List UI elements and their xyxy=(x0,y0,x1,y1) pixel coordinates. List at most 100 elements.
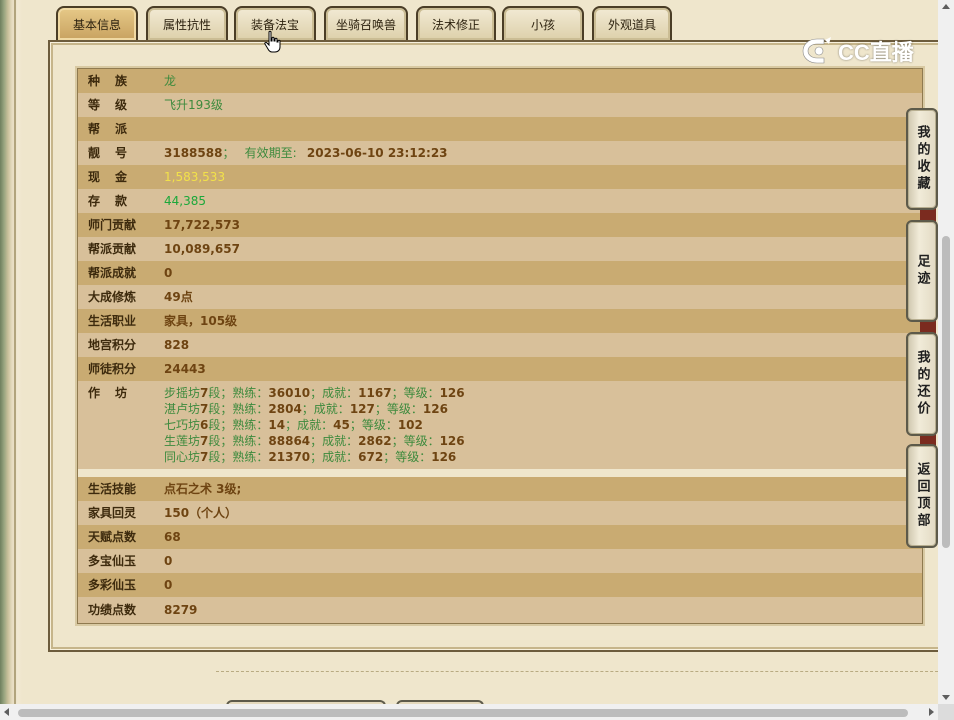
furniture-spirit-label: 家具回灵 xyxy=(88,506,137,520)
workshop-skill: 14 xyxy=(268,418,286,432)
merit-points-label: 功绩点数 xyxy=(88,603,137,617)
row-cultivation: 大成修炼 49点 xyxy=(78,285,922,309)
tab-mount-summon[interactable]: 坐骑召唤兽 xyxy=(324,6,408,40)
row-mentor-points: 师徒积分 24443 xyxy=(78,357,922,381)
life-job-value: 家具，105级 xyxy=(164,314,238,328)
workshop-name: 湛卢坊 xyxy=(164,402,201,416)
workshop-lvl-label: ；等级： xyxy=(383,450,432,464)
duocai-jade-label: 多彩仙玉 xyxy=(88,578,137,592)
expiry-label: 有效期至: xyxy=(244,146,297,160)
horizontal-scrollbar[interactable] xyxy=(0,704,938,720)
scrollbar-corner xyxy=(938,704,954,720)
row-race: 种族 龙 xyxy=(78,69,922,93)
cultivation-value: 49点 xyxy=(164,290,193,304)
tab-attributes-resistance[interactable]: 属性抗性 xyxy=(146,6,228,40)
level-value: 飞升193级 xyxy=(164,98,223,112)
furniture-spirit-value: 150（个人） xyxy=(164,506,238,520)
my-favorites-button[interactable]: 我的收藏 xyxy=(906,108,938,210)
vertical-scrollbar[interactable] xyxy=(938,0,954,704)
workshop-label: 作坊 xyxy=(88,386,143,400)
scroll-right-icon[interactable] xyxy=(929,708,934,716)
life-skill-label: 生活技能 xyxy=(88,482,137,496)
palace-points-label: 地宫积分 xyxy=(88,338,137,352)
left-decorative-border xyxy=(0,0,22,720)
workshop-seg-unit: 段；熟练： xyxy=(208,434,269,448)
workshop-skill: 2804 xyxy=(268,402,302,416)
workshop-line: 步摇坊7段；熟练：36010；成就：1167；等级：126 xyxy=(164,385,465,401)
row-merit-points: 功绩点数 8279 xyxy=(78,597,922,623)
workshop-ach: 2862 xyxy=(358,434,392,448)
mentor-points-value: 24443 xyxy=(164,362,206,376)
tab-child[interactable]: 小孩 xyxy=(502,6,584,40)
workshop-line: 同心坊7段；熟练：21370；成就：672；等级：126 xyxy=(164,449,465,465)
expiry-value: 2023-06-10 23:12:23 xyxy=(306,146,448,160)
faction-contribution-label: 帮派贡献 xyxy=(88,242,137,256)
scroll-left-icon[interactable] xyxy=(4,708,9,716)
vertical-scroll-thumb[interactable] xyxy=(942,236,950,548)
pretty-id-value: 3188588； 有效期至: 2023-06-10 23:12:23 xyxy=(164,141,448,165)
cash-label: 现金 xyxy=(88,170,143,184)
faction-contribution-value: 10,089,657 xyxy=(164,242,240,256)
scroll-up-icon[interactable] xyxy=(942,4,950,9)
tab-basic-info[interactable]: 基本信息 xyxy=(56,6,138,40)
deposit-value: 44,385 xyxy=(164,194,206,208)
workshop-lvl-label: ；等级： xyxy=(374,402,423,416)
mentor-points-label: 师徒积分 xyxy=(88,362,137,376)
pretty-id-label: 靓号 xyxy=(88,146,143,160)
workshop-ach: 45 xyxy=(333,418,350,432)
row-pretty-id: 靓号 3188588； 有效期至: 2023-06-10 23:12:23 xyxy=(78,141,922,165)
workshop-ach-label: ；成就： xyxy=(285,418,334,432)
workshop-seg-unit: 段；熟练： xyxy=(208,450,269,464)
pretty-id-separator: ； xyxy=(222,146,235,160)
life-job-label: 生活职业 xyxy=(88,314,137,328)
talent-points-label: 天赋点数 xyxy=(88,530,137,544)
scroll-down-icon[interactable] xyxy=(942,695,950,700)
faction-label: 帮派 xyxy=(88,122,143,136)
workshop-lvl: 126 xyxy=(422,402,448,416)
workshop-line: 七巧坊6段；熟练：14；成就：45；等级：102 xyxy=(164,417,465,433)
workshop-seg-unit: 段；熟练： xyxy=(208,418,269,432)
row-school-contribution: 师门贡献 17,722,573 xyxy=(78,213,922,237)
basic-info-table: 种族 龙 等级 飞升193级 帮派 靓号 3188588； 有效期至: 2023… xyxy=(75,66,925,626)
workshop-lvl-label: ；等级： xyxy=(391,386,440,400)
row-furniture-spirit: 家具回灵 150（个人） xyxy=(78,501,922,525)
workshop-skill: 21370 xyxy=(268,450,311,464)
footprints-button[interactable]: 足迹 xyxy=(906,220,938,322)
row-duocai-jade: 多彩仙玉 0 xyxy=(78,573,922,597)
level-label: 等级 xyxy=(88,98,143,112)
row-faction: 帮派 xyxy=(78,117,922,141)
back-to-top-label: 返回顶部 xyxy=(914,462,930,530)
workshop-seg-unit: 段；熟练： xyxy=(208,402,269,416)
workshop-skill: 36010 xyxy=(268,386,311,400)
duobao-jade-value: 0 xyxy=(164,554,173,568)
cc-logo-icon xyxy=(802,37,831,64)
workshop-lvl-label: ；等级： xyxy=(391,434,440,448)
duobao-jade-label: 多宝仙玉 xyxy=(88,554,137,568)
workshop-lvl: 126 xyxy=(439,386,465,400)
row-deposit: 存款 44,385 xyxy=(78,189,922,213)
workshop-ach-label: ；成就： xyxy=(310,386,359,400)
row-palace-points: 地宫积分 828 xyxy=(78,333,922,357)
race-label: 种族 xyxy=(88,74,143,88)
row-cash: 现金 1,583,533 xyxy=(78,165,922,189)
row-level: 等级 飞升193级 xyxy=(78,93,922,117)
horizontal-scroll-thumb[interactable] xyxy=(18,709,908,717)
duocai-jade-value: 0 xyxy=(164,578,173,592)
workshop-lvl: 102 xyxy=(397,418,423,432)
tab-spell-correction[interactable]: 法术修正 xyxy=(416,6,496,40)
row-life-job: 生活职业 家具，105级 xyxy=(78,309,922,333)
faction-achievement-label: 帮派成就 xyxy=(88,266,137,280)
palace-points-value: 828 xyxy=(164,338,190,352)
workshop-skill: 88864 xyxy=(268,434,311,448)
cultivation-label: 大成修炼 xyxy=(88,290,137,304)
back-to-top-button[interactable]: 返回顶部 xyxy=(906,444,938,548)
my-offers-button[interactable]: 我的还价 xyxy=(906,332,938,436)
tab-appearance-items[interactable]: 外观道具 xyxy=(592,6,672,40)
faction-achievement-value: 0 xyxy=(164,266,173,280)
row-workshop: 作坊 步摇坊7段；熟练：36010；成就：1167；等级：126 湛卢坊7段；熟… xyxy=(78,381,922,469)
workshop-line: 生莲坊7段；熟练：88864；成就：2862；等级：126 xyxy=(164,433,465,449)
workshop-ach: 672 xyxy=(358,450,384,464)
hand-cursor-icon xyxy=(264,30,281,53)
school-contribution-label: 师门贡献 xyxy=(88,218,137,232)
workshop-lvl: 126 xyxy=(431,450,457,464)
